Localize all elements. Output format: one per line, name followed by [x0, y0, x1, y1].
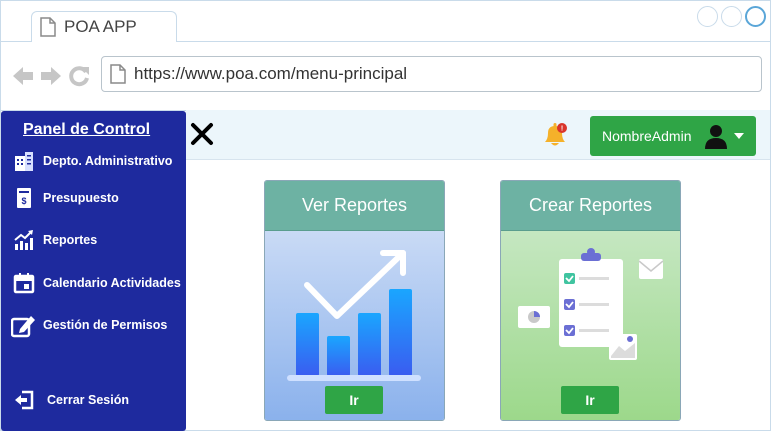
- chart-icon: [11, 227, 37, 253]
- sidebar-item-calendario-actividades[interactable]: Calendario Actividades: [11, 270, 181, 296]
- crear-reportes-go-button[interactable]: Ir: [561, 386, 619, 414]
- card-title: Ver Reportes: [265, 181, 444, 231]
- chevron-down-icon: [734, 133, 745, 139]
- notification-bell-icon[interactable]: !: [540, 120, 570, 150]
- sidebar-item-label: Depto. Administrativo: [43, 154, 173, 168]
- window-controls: [697, 6, 766, 27]
- card-body: Ir: [501, 231, 680, 420]
- svg-text:$: $: [21, 196, 26, 206]
- sidebar: Panel de Control Depto. Administrativo $…: [1, 111, 186, 431]
- address-bar[interactable]: https://www.poa.com/menu-principal: [101, 56, 762, 92]
- user-name: NombreAdmin: [602, 128, 692, 144]
- navigation-bar: https://www.poa.com/menu-principal: [1, 42, 770, 111]
- page-icon: [110, 64, 126, 84]
- calendar-icon: [11, 270, 37, 296]
- logout-button[interactable]: Cerrar Sesión: [11, 387, 129, 413]
- building-icon: [11, 148, 37, 174]
- crear-reportes-card: Crear Reportes Ir: [500, 180, 681, 421]
- tab-title: POA APP: [64, 17, 137, 36]
- sidebar-item-reportes[interactable]: Reportes: [11, 227, 97, 253]
- ver-reportes-go-button[interactable]: Ir: [325, 386, 383, 414]
- user-menu-button[interactable]: NombreAdmin: [590, 116, 756, 156]
- url-text: https://www.poa.com/menu-principal: [134, 64, 408, 83]
- forward-arrow-icon[interactable]: [39, 65, 63, 87]
- close-icon[interactable]: [189, 121, 215, 147]
- user-avatar-icon: [705, 125, 728, 149]
- edit-icon: [11, 312, 37, 338]
- sidebar-item-depto-administrativo[interactable]: Depto. Administrativo: [11, 148, 172, 174]
- sidebar-item-gestion-permisos[interactable]: Gestión de Permisos: [11, 312, 167, 338]
- logout-label: Cerrar Sesión: [47, 393, 129, 407]
- sidebar-item-label: Gestión de Permisos: [43, 318, 168, 332]
- back-arrow-icon[interactable]: [11, 65, 35, 87]
- nav-buttons: [11, 64, 91, 88]
- checklist-illustration: [518, 248, 664, 360]
- maximize-button[interactable]: [721, 6, 742, 27]
- reload-icon[interactable]: [67, 64, 91, 88]
- page-icon: [40, 17, 56, 37]
- sidebar-title[interactable]: Panel de Control: [23, 121, 150, 139]
- tab-bar: POA APP: [1, 1, 770, 42]
- card-title: Crear Reportes: [501, 181, 680, 231]
- browser-tab[interactable]: POA APP: [31, 11, 177, 42]
- minimize-button[interactable]: [697, 6, 718, 27]
- growth-chart-illustration: [287, 250, 421, 381]
- ver-reportes-card: Ver Reportes Ir: [264, 180, 445, 421]
- sidebar-item-label: Reportes: [43, 233, 98, 247]
- card-body: Ir: [265, 231, 444, 420]
- budget-icon: $: [11, 185, 37, 211]
- sidebar-item-label: Presupuesto: [43, 191, 119, 205]
- app-topbar: ! NombreAdmin: [186, 110, 770, 160]
- sidebar-item-label: Calendario Actividades: [43, 276, 181, 290]
- app-area: ! NombreAdmin Panel de Control Depto. Ad…: [0, 110, 771, 431]
- close-window-button[interactable]: [745, 6, 766, 27]
- notification-badge: !: [561, 126, 563, 133]
- logout-icon: [11, 387, 37, 413]
- sidebar-item-presupuesto[interactable]: $ Presupuesto: [11, 185, 119, 211]
